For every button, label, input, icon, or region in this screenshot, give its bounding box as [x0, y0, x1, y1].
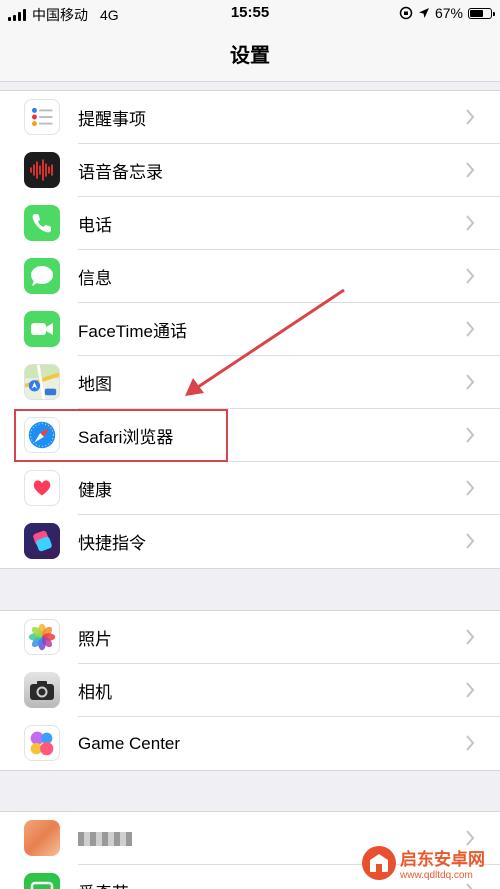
settings-row-game-center[interactable]: Game Center [0, 717, 500, 770]
site-watermark: 启东安卓网 www.qdltdq.com [362, 841, 494, 885]
settings-row-shortcuts[interactable]: 快捷指令 [0, 515, 500, 568]
chevron-right-icon [466, 321, 475, 337]
chevron-right-icon [466, 735, 475, 751]
facetime-icon [24, 311, 60, 347]
game-center-icon [24, 725, 60, 761]
status-right: 67% [399, 5, 495, 21]
settings-group-apps: 提醒事项 语音备忘录 电话 信息 FaceTime通话 地图 Safari浏览器… [0, 90, 500, 569]
safari-highlight-box [14, 409, 228, 462]
settings-group-media: 照片 相机 Game Center [0, 610, 500, 771]
watermark-name: 启东安卓网 [400, 850, 485, 869]
settings-row-label: 提醒事项 [78, 110, 146, 129]
reminders-icon [24, 99, 60, 135]
chevron-right-icon [466, 682, 475, 698]
battery-percent: 67% [434, 5, 463, 21]
chevron-right-icon [466, 268, 475, 284]
page-title: 设置 [230, 45, 270, 67]
settings-row-phone[interactable]: 电话 [0, 197, 500, 250]
camera-icon [24, 672, 60, 708]
watermark-url: www.qdltdq.com [400, 870, 473, 881]
chevron-right-icon [466, 109, 475, 125]
health-icon [24, 470, 60, 506]
settings-row-label: 语音备忘录 [78, 163, 163, 182]
settings-row-label: Game Center [78, 733, 181, 753]
settings-row-label: 相机 [78, 683, 112, 702]
settings-row-camera[interactable]: 相机 [0, 664, 500, 717]
settings-row-label: 信息 [78, 269, 112, 288]
settings-row-label: 电话 [78, 216, 112, 235]
blurred-label [78, 831, 132, 846]
settings-row-messages[interactable]: 信息 [0, 250, 500, 303]
battery-fill [470, 9, 484, 17]
chevron-right-icon [466, 427, 475, 443]
battery-icon [468, 7, 495, 19]
messages-icon [24, 258, 60, 294]
iqiyi-icon [24, 873, 60, 889]
settings-row-label: 照片 [78, 630, 112, 649]
chevron-right-icon [466, 374, 475, 390]
blurred-app-icon [24, 820, 60, 856]
photos-icon [24, 619, 60, 655]
settings-row-label: 快捷指令 [78, 534, 146, 553]
shortcuts-icon [24, 523, 60, 559]
voice-memos-icon [24, 152, 60, 188]
chevron-right-icon [466, 480, 475, 496]
chevron-right-icon [466, 162, 475, 178]
settings-row-label: FaceTime通话 [78, 322, 187, 341]
location-icon [418, 8, 429, 18]
settings-row-facetime[interactable]: FaceTime通话 [0, 303, 500, 356]
chevron-right-icon [466, 629, 475, 645]
settings-row-label: 地图 [78, 375, 112, 394]
chevron-right-icon [466, 215, 475, 231]
navigation-bar: 设置 [0, 28, 500, 82]
settings-row-photos[interactable]: 照片 [0, 611, 500, 664]
maps-icon [24, 364, 60, 400]
settings-row-voice-memos[interactable]: 语音备忘录 [0, 144, 500, 197]
watermark-logo-icon [362, 846, 396, 880]
chevron-right-icon [466, 533, 475, 549]
settings-row-maps[interactable]: 地图 [0, 356, 500, 409]
settings-row-label: 爱奇艺 [78, 879, 129, 889]
phone-icon [24, 205, 60, 241]
settings-row-reminders[interactable]: 提醒事项 [0, 91, 500, 144]
orientation-lock-icon [399, 6, 413, 20]
settings-row-label: 健康 [78, 481, 112, 500]
settings-row-health[interactable]: 健康 [0, 462, 500, 515]
status-bar: 中国移动 4G 15:55 67% [0, 0, 500, 28]
